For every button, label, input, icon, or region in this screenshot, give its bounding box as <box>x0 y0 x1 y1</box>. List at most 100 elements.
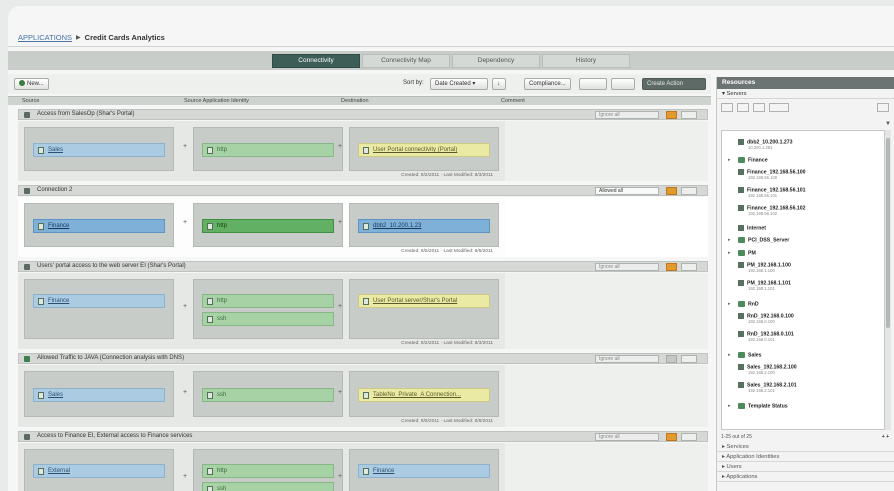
lock-icon[interactable] <box>666 433 677 441</box>
tree-node[interactable]: PM_192.168.1.101 192.168.1.101 <box>738 280 791 291</box>
tree-node[interactable]: Finance_192.168.56.101 192.168.56.101 <box>738 187 806 198</box>
app-chip[interactable]: http <box>202 143 334 157</box>
export-icon[interactable] <box>611 78 635 90</box>
tab-connectivity-map[interactable]: Connectivity Map <box>362 54 450 68</box>
destination-chip[interactable]: User Portal connectivity (Portal) <box>358 143 490 157</box>
rule-action-select[interactable]: Ignore all <box>595 433 659 441</box>
lock-icon[interactable] <box>666 355 677 363</box>
sort-select[interactable]: Date Created ▾ <box>430 78 488 90</box>
new-button[interactable]: New... <box>14 78 49 90</box>
app-chip[interactable]: ssh <box>202 482 334 491</box>
lock-icon[interactable] <box>666 263 677 271</box>
tree-node[interactable]: dbb2_10.200.1.273 10.200.1.281 <box>738 139 793 150</box>
app-identities-section[interactable]: ▸ Application Identities <box>717 452 894 462</box>
rule-action-select[interactable]: Allowed all <box>595 187 659 195</box>
col-source[interactable]: Source <box>22 98 39 104</box>
tree-node[interactable]: ▸ RnD <box>728 301 759 307</box>
rule-header[interactable]: Allowed Traffic to JAVA (Connection anal… <box>18 353 708 364</box>
source-chip[interactable]: Finance <box>33 294 165 308</box>
tree-node[interactable]: ▸ PCI_DSS_Server <box>728 237 789 243</box>
app-chip[interactable]: http <box>202 294 334 308</box>
services-section[interactable]: ▸ Services <box>717 442 894 452</box>
applications-section[interactable]: ▸ Applications <box>717 472 894 482</box>
lock-icon[interactable] <box>666 187 677 195</box>
rule-action-select[interactable]: Ignore all <box>595 263 659 271</box>
servers-section-header[interactable]: ▾ Servers <box>717 89 894 99</box>
filter-icon[interactable]: ▼ <box>885 121 891 127</box>
view-icon[interactable] <box>579 78 607 90</box>
expand-icon[interactable]: ▸ <box>728 301 731 307</box>
menu-icon[interactable] <box>681 355 697 363</box>
tree-node[interactable]: Finance_192.168.56.100 192.168.56.100 <box>738 169 806 180</box>
tab-history[interactable]: History <box>542 54 630 68</box>
rule-header[interactable]: Access to Finance EI, External access to… <box>18 431 708 442</box>
menu-icon[interactable] <box>681 187 697 195</box>
tab-connectivity[interactable]: Connectivity <box>272 54 360 68</box>
tree-node[interactable]: ▸ Finance <box>728 157 768 163</box>
comment-cell[interactable] <box>505 443 708 491</box>
expand-icon[interactable]: ▸ <box>728 403 731 409</box>
tree-node[interactable]: ▸ Template Status <box>728 403 788 409</box>
breadcrumb-applications-link[interactable]: APPLICATIONS <box>18 33 72 42</box>
menu-icon[interactable] <box>681 263 697 271</box>
rule-header[interactable]: Access from SalesOp (Shar's Portal) Igno… <box>18 109 708 120</box>
expand-icon[interactable]: ▸ <box>728 250 731 256</box>
users-section[interactable]: ▸ Users <box>717 462 894 472</box>
menu-icon[interactable] <box>681 111 697 119</box>
tree-node[interactable]: Finance_192.168.56.102 192.168.56.102 <box>738 205 806 216</box>
destination-chip[interactable]: User Portal server/Shar's Portal <box>358 294 490 308</box>
compliance-button[interactable]: Compliance... <box>524 78 571 90</box>
comment-cell[interactable] <box>505 273 708 349</box>
source-chip[interactable]: Sales <box>33 388 165 402</box>
expand-icon[interactable]: ▸ <box>728 352 731 358</box>
rule-header[interactable]: Users' portal access to the web server E… <box>18 261 708 272</box>
destination-chip[interactable]: Finance <box>358 464 490 478</box>
delete-icon[interactable] <box>753 103 765 112</box>
lock-icon[interactable] <box>666 111 677 119</box>
add-server-icon[interactable] <box>721 103 733 112</box>
destination-chip[interactable]: TableNo_Private_A Connection... <box>358 388 490 402</box>
resources-sections: ▸ Services ▸ Application Identities ▸ Us… <box>717 442 894 482</box>
expand-icon[interactable]: ▸ <box>728 237 731 243</box>
edit-icon[interactable] <box>737 103 749 112</box>
menu-icon[interactable] <box>681 433 697 441</box>
tree-node[interactable]: RnD_192.168.0.100 192.168.0.100 <box>738 313 794 324</box>
destination-chip[interactable]: dbb2_10.200.1.23 <box>358 219 490 233</box>
app-chip[interactable]: ssh <box>202 312 334 326</box>
rule-action-select[interactable]: Ignore all <box>595 355 659 363</box>
col-source-app[interactable]: Source Application Identity <box>184 98 249 104</box>
expand-icon[interactable]: ▸ <box>728 157 731 163</box>
source-chip[interactable]: Sales <box>33 143 165 157</box>
rule-action-select[interactable]: Ignore all <box>595 111 659 119</box>
comment-cell[interactable] <box>505 197 708 257</box>
col-comment[interactable]: Comment <box>501 98 525 104</box>
server-tree: dbb2_10.200.1.273 10.200.1.281 ▸ Finance F… <box>721 130 885 430</box>
tab-dependency[interactable]: Dependency <box>452 54 540 68</box>
source-chip[interactable]: Finance <box>33 219 165 233</box>
create-action-button[interactable]: Create Action <box>642 78 706 90</box>
comment-cell[interactable] <box>505 365 708 427</box>
rule-body: Finance + http ssh + User Portal server/… <box>18 273 505 349</box>
sort-order-icon[interactable]: ↓ <box>492 78 506 90</box>
destination-chip-label: dbb2_10.200.1.23 <box>373 223 422 229</box>
more-icon[interactable] <box>769 103 789 112</box>
tree-scrollbar[interactable] <box>885 130 891 430</box>
tree-node[interactable]: Internet <box>738 225 766 231</box>
source-chip[interactable]: External <box>33 464 165 478</box>
col-destination[interactable]: Destination <box>341 98 369 104</box>
app-chip[interactable]: ssh <box>202 388 334 402</box>
tree-node[interactable]: Sales_192.168.2.101 192.168.2.101 <box>738 382 797 393</box>
collapse-icon[interactable] <box>877 103 889 112</box>
tree-node[interactable]: ▸ PM <box>728 250 756 256</box>
comment-cell[interactable] <box>505 121 708 181</box>
app-chip[interactable]: http <box>202 464 334 478</box>
rule-header[interactable]: Connection 2 Allowed all <box>18 185 708 196</box>
tree-node[interactable]: RnD_192.168.0.101 192.168.0.101 <box>738 331 794 342</box>
add-icon[interactable]: + + <box>882 432 889 442</box>
tree-node[interactable]: PM_192.168.1.100 192.168.1.100 <box>738 262 791 273</box>
rule-meta: Created: 8/8/2011 · Last Modified: 8/8/2… <box>401 419 493 424</box>
tree-node[interactable]: ▸ Sales <box>728 352 762 358</box>
tree-node[interactable]: Sales_192.168.2.100 192.168.2.100 <box>738 364 797 375</box>
scrollbar-thumb[interactable] <box>886 138 890 328</box>
app-chip[interactable]: http <box>202 219 334 233</box>
